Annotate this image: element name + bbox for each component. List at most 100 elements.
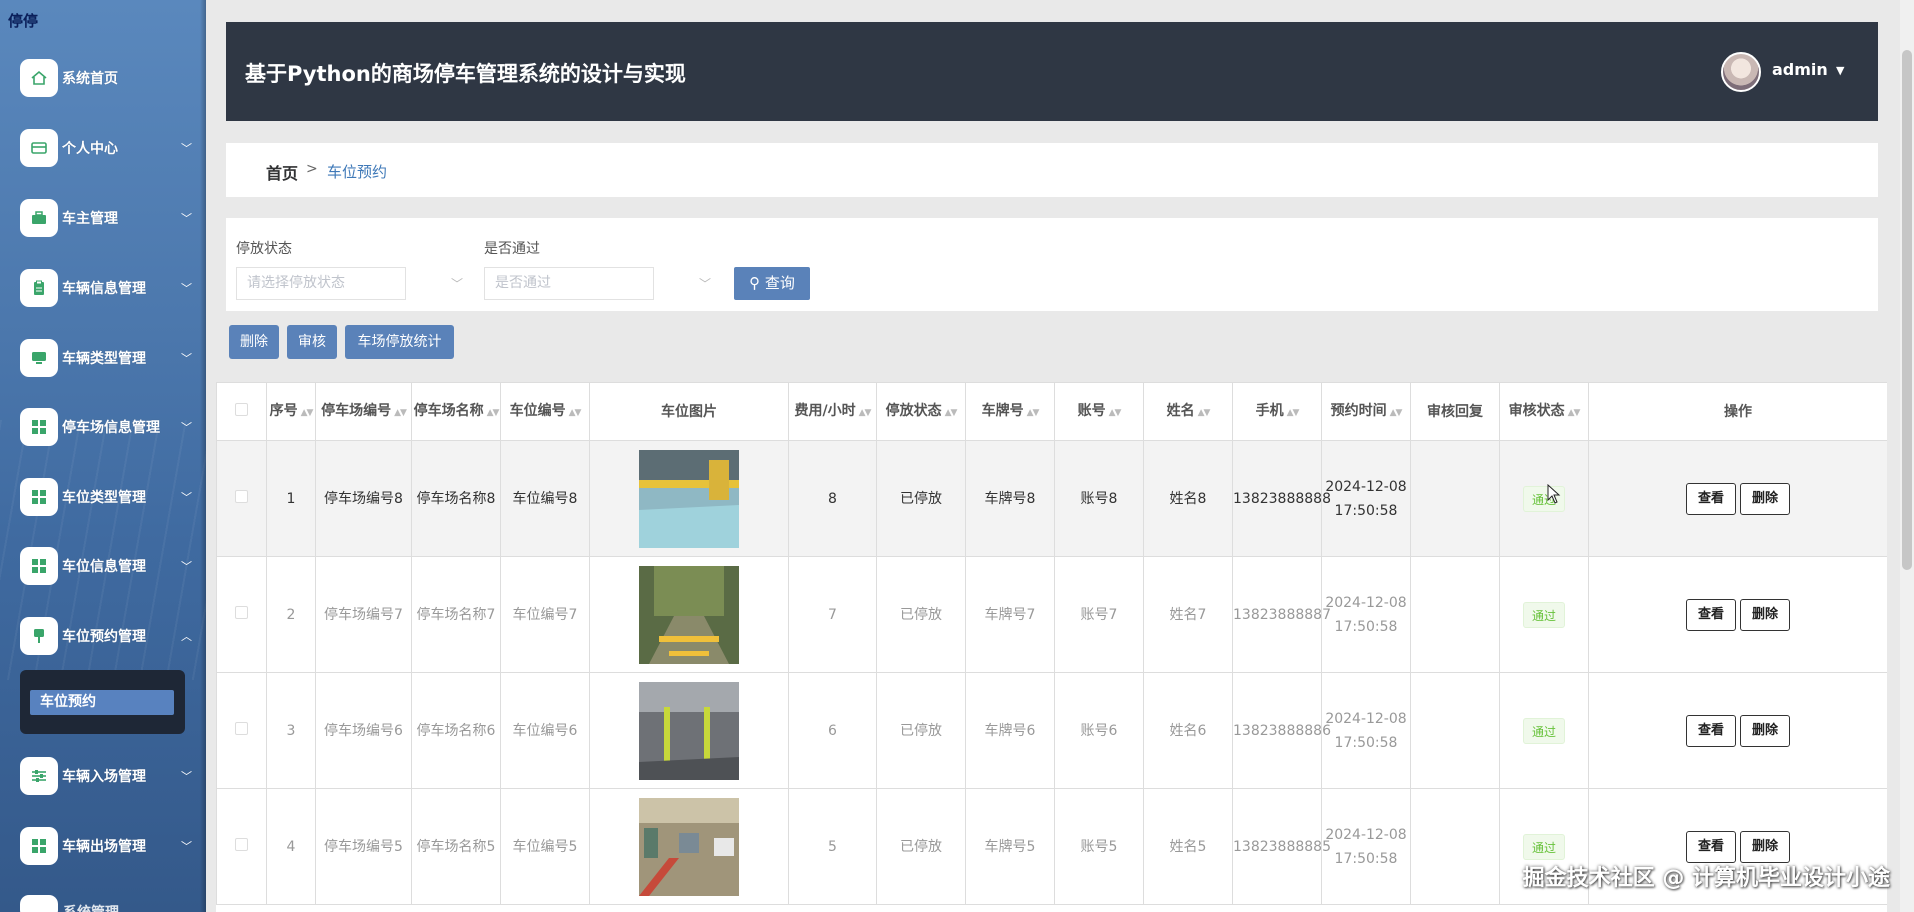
batch-delete-button[interactable]: 删除 <box>229 325 279 359</box>
table-cell: 2024-12-08 17:50:58 <box>1321 440 1411 557</box>
cell-lot-name: 停车场名称8 <box>416 490 496 507</box>
view-button[interactable]: 查看 <box>1686 598 1736 631</box>
column-header[interactable]: 审核状态 ▲▼ <box>1499 382 1589 441</box>
table-cell: 停车场名称7 <box>411 556 501 673</box>
sidebar-item-5[interactable]: 车辆类型管理 ﹀ <box>20 338 200 378</box>
cell-plate: 车牌号7 <box>984 606 1036 623</box>
column-header[interactable]: 停车场名称 ▲▼ <box>411 382 501 441</box>
sidebar-item-11[interactable]: 车辆出场管理 ﹀ <box>20 826 200 866</box>
view-button[interactable]: 查看 <box>1686 714 1736 747</box>
column-header[interactable]: 序号 ▲▼ <box>266 382 316 441</box>
column-header[interactable]: 姓名 ▲▼ <box>1143 382 1233 441</box>
table-cell: 查看 删除 <box>1588 440 1887 557</box>
sidebar-item-7[interactable]: 车位类型管理 ﹀ <box>20 477 200 517</box>
grid-icon <box>20 827 58 865</box>
table-cell <box>216 788 267 905</box>
table-row[interactable]: 3 停车场编号6 停车场名称6 车位编号6 6 已停放 车牌号6 账号6 姓名6 13823888… <box>216 672 1887 789</box>
table-cell <box>1410 788 1500 905</box>
caret-down-icon[interactable]: ▼ <box>1836 64 1844 77</box>
sort-icon[interactable]: ▲▼ <box>1027 408 1040 418</box>
row-checkbox[interactable] <box>235 605 248 619</box>
watermark: 掘金技术社区 @ 计算机毕业设计小途 <box>1522 866 1890 891</box>
sidebar-item-2[interactable]: 个人中心 ﹀ <box>20 128 200 168</box>
table-cell: 账号5 <box>1054 788 1144 905</box>
view-button[interactable]: 查看 <box>1686 482 1736 515</box>
batch-audit-button[interactable]: 审核 <box>287 325 337 359</box>
chevron-up-icon: ︿ <box>181 630 192 643</box>
column-header[interactable]: 车牌号 ▲▼ <box>965 382 1055 441</box>
sidebar-item-3[interactable]: 车主管理 ﹀ <box>20 198 200 238</box>
select-all-checkbox[interactable] <box>235 402 248 416</box>
scrollbar-thumb[interactable] <box>1902 50 1912 570</box>
grid-icon <box>20 547 58 585</box>
column-header[interactable]: 停车场编号 ▲▼ <box>315 382 412 441</box>
sidebar-item-1[interactable]: 系统首页 <box>20 58 200 98</box>
column-header[interactable]: 费用/小时 ▲▼ <box>788 382 877 441</box>
chevron-down-icon[interactable]: ﹀ <box>699 275 711 292</box>
table-cell: 停车场编号5 <box>315 788 412 905</box>
submenu-item-parking-reservation[interactable]: 车位预约 <box>30 690 174 715</box>
column-header[interactable]: 停放状态 ▲▼ <box>876 382 966 441</box>
table-cell: 已停放 <box>876 788 966 905</box>
sort-icon[interactable]: ▲▼ <box>1390 408 1403 418</box>
grid-icon <box>20 408 58 446</box>
delete-button[interactable]: 删除 <box>1740 830 1790 863</box>
delete-button[interactable]: 删除 <box>1740 714 1790 747</box>
sort-icon[interactable]: ▲▼ <box>487 408 500 418</box>
reservation-table: 序号 ▲▼ 停车场编号 ▲▼ 停车场名称 ▲▼ 车位编号 ▲▼ 车位图片 费用/小时 ▲▼ 停放状态 ▲… <box>216 382 1887 912</box>
cell-lot-name: 停车场名称7 <box>416 606 496 623</box>
column-header-label: 审核回复 <box>1427 403 1483 420</box>
column-header[interactable]: 手机 ▲▼ <box>1232 382 1322 441</box>
query-button[interactable]: ⚲ 查询 <box>734 267 810 300</box>
column-header[interactable]: 预约时间 ▲▼ <box>1321 382 1411 441</box>
table-cell: 账号8 <box>1054 440 1144 557</box>
delete-button[interactable]: 删除 <box>1740 598 1790 631</box>
sort-icon[interactable]: ▲▼ <box>569 408 582 418</box>
table-cell <box>216 556 267 673</box>
sidebar: 停停 系统首页 个人中心 ﹀ 车主管理 ﹀ 车辆信息管理 ﹀ 车辆类型管理 ﹀ 停车场信息管理 ﹀ 车… <box>0 0 206 912</box>
sidebar-item-8[interactable]: 车位信息管理 ﹀ <box>20 546 200 586</box>
pin-icon <box>20 617 58 655</box>
sort-icon[interactable]: ▲▼ <box>859 408 872 418</box>
view-button[interactable]: 查看 <box>1686 830 1736 863</box>
user-menu-name[interactable]: admin <box>1772 60 1828 79</box>
cell-time: 2024-12-08 17:50:58 <box>1325 710 1407 751</box>
sidebar-item-9[interactable]: 车位预约管理 ︿ <box>20 616 200 656</box>
sidebar-item-4[interactable]: 车辆信息管理 ﹀ <box>20 268 200 308</box>
row-checkbox[interactable] <box>235 721 248 735</box>
table-cell: 13823888888 <box>1232 440 1331 557</box>
scrollbar-track[interactable] <box>1900 0 1914 912</box>
row-checkbox[interactable] <box>235 837 248 851</box>
parking-space-image <box>639 449 739 548</box>
sort-icon[interactable]: ▲▼ <box>394 408 407 418</box>
sort-icon[interactable]: ▲▼ <box>1287 408 1300 418</box>
chevron-down-icon[interactable]: ﹀ <box>451 275 463 292</box>
column-header[interactable]: 账号 ▲▼ <box>1054 382 1144 441</box>
sort-icon[interactable]: ▲▼ <box>301 408 314 418</box>
delete-button[interactable]: 删除 <box>1740 482 1790 515</box>
table-cell: 已停放 <box>876 556 966 673</box>
sidebar-item-6[interactable]: 停车场信息管理 ﹀ <box>20 407 200 447</box>
row-checkbox[interactable] <box>235 489 248 503</box>
sidebar-item-system-icon[interactable] <box>20 895 58 912</box>
breadcrumb-home[interactable]: 首页 <box>266 160 298 184</box>
table-row[interactable]: 2 停车场编号7 停车场名称7 车位编号7 7 已停放 车牌号7 账号7 姓名7 13823888… <box>216 556 1887 673</box>
chevron-down-icon: ﹀ <box>181 560 192 573</box>
parking-stats-button[interactable]: 车场停放统计 <box>345 325 454 359</box>
status-select[interactable]: 请选择停放状态 <box>236 267 406 300</box>
sort-icon[interactable]: ▲▼ <box>1109 408 1122 418</box>
cell-no: 3 <box>286 722 296 739</box>
table-cell <box>589 556 789 673</box>
table-row[interactable]: 1 停车场编号8 停车场名称8 车位编号8 8 已停放 车牌号8 账号8 姓名8 13823888… <box>216 440 1887 557</box>
pass-select[interactable]: 是否通过 <box>484 267 654 300</box>
sidebar-item-10[interactable]: 车辆入场管理 ﹀ <box>20 756 200 796</box>
sidebar-item-system-label[interactable]: 系统管理 <box>63 902 119 912</box>
sidebar-item-label: 车辆入场管理 <box>62 769 146 785</box>
avatar[interactable] <box>1721 52 1761 92</box>
table-cell: 车牌号6 <box>965 672 1055 789</box>
cell-space-no: 车位编号5 <box>512 838 578 855</box>
column-header[interactable]: 车位编号 ▲▼ <box>500 382 590 441</box>
sort-icon[interactable]: ▲▼ <box>1198 408 1211 418</box>
sort-icon[interactable]: ▲▼ <box>945 408 958 418</box>
sort-icon[interactable]: ▲▼ <box>1568 408 1581 418</box>
